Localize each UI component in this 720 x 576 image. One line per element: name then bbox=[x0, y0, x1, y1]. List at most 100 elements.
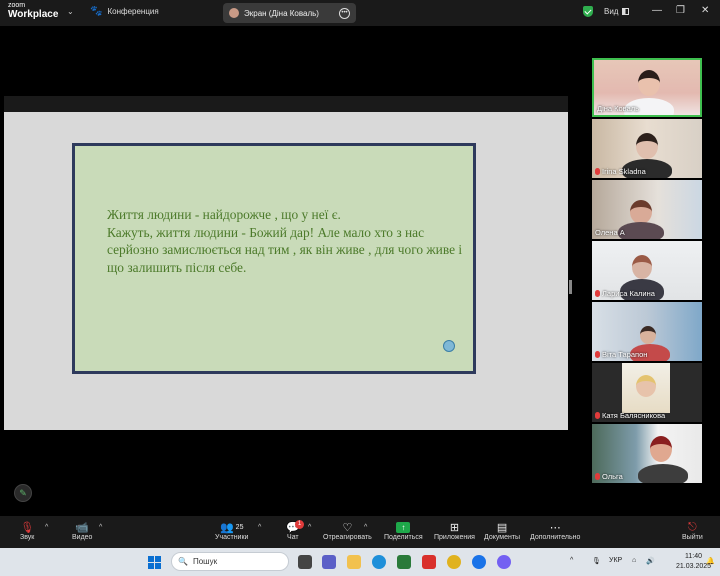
more-options-icon[interactable]: ••• bbox=[339, 7, 350, 19]
share-screen-icon: ↑ bbox=[396, 521, 411, 533]
participant-gallery: Діна Коваль Irina Skladna Олена А Лариса… bbox=[592, 58, 703, 485]
zoom-taskbar-icon[interactable] bbox=[472, 555, 486, 569]
more-label: Дополнительно bbox=[530, 534, 581, 541]
taskbar-search[interactable]: 🔍 Пошук bbox=[171, 552, 289, 571]
language-indicator[interactable]: УКР bbox=[609, 557, 622, 564]
participant-tile[interactable]: Діна Коваль bbox=[592, 58, 702, 117]
participant-tile[interactable]: Віта Тарапон bbox=[592, 302, 702, 361]
video-options-chevron-icon[interactable]: ^ bbox=[99, 524, 102, 531]
conference-button[interactable]: 🐾 Конференция bbox=[90, 6, 159, 17]
chat-unread-badge: 1 bbox=[295, 520, 304, 529]
camera-off-icon: 📹 bbox=[75, 521, 90, 534]
presenter-avatar bbox=[229, 8, 239, 18]
paw-icon: 🐾 bbox=[90, 6, 103, 17]
view-label: Вид bbox=[604, 7, 619, 16]
participants-count: 25 bbox=[235, 523, 244, 531]
participant-face bbox=[636, 375, 656, 397]
video-button[interactable]: 📹 Видео bbox=[72, 520, 92, 542]
volume-icon[interactable]: 🔊 bbox=[646, 557, 655, 565]
store-icon[interactable] bbox=[397, 555, 411, 569]
notification-bell-icon[interactable]: 🔔 bbox=[706, 557, 715, 565]
slide-text-box: Життя людини - найдорожче , що у неї є. … bbox=[72, 143, 476, 374]
slide-text-line2: Кажуть, життя людини - Божий дар! Але ма… bbox=[107, 224, 463, 275]
chrome-icon[interactable] bbox=[447, 555, 461, 569]
title-bar: zoom Workplace ⌄ 🐾 Конференция Экран (Ді… bbox=[0, 0, 720, 26]
logo-bottom-text: Workplace bbox=[8, 9, 59, 20]
participant-tile[interactable]: Лариса Калина bbox=[592, 241, 702, 300]
windows-start-icon[interactable] bbox=[148, 556, 161, 569]
heart-icon: ♡ bbox=[342, 521, 353, 534]
zoom-logo[interactable]: zoom Workplace bbox=[8, 2, 58, 20]
task-view-icon[interactable] bbox=[298, 555, 312, 569]
teams-icon[interactable] bbox=[322, 555, 336, 569]
participant-name: Катя Балясникова bbox=[595, 411, 665, 420]
participant-tile[interactable]: Катя Балясникова bbox=[592, 363, 702, 422]
audio-label: Звук bbox=[20, 534, 35, 541]
more-button[interactable]: ⋯ Дополнительно bbox=[530, 520, 581, 542]
participant-name: Ольга bbox=[595, 472, 623, 481]
edge-icon[interactable] bbox=[372, 555, 386, 569]
participants-options-chevron-icon[interactable]: ^ bbox=[258, 524, 261, 531]
leave-label: Выйти bbox=[682, 534, 703, 541]
close-button[interactable]: ✕ bbox=[701, 5, 709, 16]
split-resize-handle[interactable] bbox=[569, 280, 572, 294]
annotate-pencil-icon[interactable]: ✎ bbox=[14, 484, 32, 502]
participants-button[interactable]: 👥 25 Участники bbox=[215, 520, 248, 542]
react-label: Отреагировать bbox=[323, 534, 372, 541]
participant-video bbox=[650, 436, 672, 462]
mic-off-icon bbox=[595, 290, 600, 297]
screen-pill-label: Экран (Діна Коваль) bbox=[244, 8, 319, 18]
minimize-button[interactable]: — bbox=[652, 5, 662, 16]
app-icon-red[interactable] bbox=[422, 555, 436, 569]
apps-button[interactable]: ⊞ Приложения bbox=[434, 520, 475, 542]
share-screen-button[interactable]: ↑ Поделиться bbox=[384, 520, 423, 541]
participant-name: Діна Коваль bbox=[597, 104, 640, 113]
participants-icon: 👥 25 bbox=[219, 521, 244, 534]
pointer-indicator bbox=[443, 340, 455, 352]
participant-name: Irina Skladna bbox=[595, 167, 646, 176]
search-placeholder: Пошук bbox=[192, 557, 218, 566]
participant-video bbox=[630, 200, 652, 224]
audio-options-chevron-icon[interactable]: ^ bbox=[45, 524, 48, 531]
mic-off-icon bbox=[595, 168, 600, 175]
conference-label: Конференция bbox=[107, 7, 159, 16]
share-label: Поделиться bbox=[384, 534, 423, 541]
participant-tile[interactable]: Ольга bbox=[592, 424, 702, 483]
view-button[interactable]: Вид bbox=[604, 7, 630, 16]
mic-off-icon bbox=[595, 412, 600, 419]
react-options-chevron-icon[interactable]: ^ bbox=[364, 524, 367, 531]
chevron-down-icon[interactable]: ⌄ bbox=[67, 7, 74, 16]
apps-label: Приложения bbox=[434, 534, 475, 541]
participant-video bbox=[636, 133, 658, 159]
document-icon: ▤ bbox=[496, 521, 508, 534]
mic-muted-icon: 🎙 bbox=[20, 521, 35, 534]
tray-chevron-icon[interactable]: ^ bbox=[570, 557, 573, 564]
participant-name: Віта Тарапон bbox=[595, 350, 647, 359]
file-explorer-icon[interactable] bbox=[347, 555, 361, 569]
security-shield-icon[interactable] bbox=[583, 6, 593, 17]
docs-button[interactable]: ▤ Документы bbox=[484, 520, 520, 542]
leave-button[interactable]: ⎋ Выйти bbox=[682, 520, 703, 542]
participant-video bbox=[638, 70, 660, 96]
viber-icon[interactable] bbox=[497, 555, 511, 569]
mic-off-icon bbox=[595, 473, 600, 480]
leave-icon: ⎋ bbox=[688, 520, 697, 533]
participant-body bbox=[638, 464, 688, 483]
chat-options-chevron-icon[interactable]: ^ bbox=[308, 524, 311, 531]
chat-button[interactable]: 💬 1 Чат bbox=[286, 520, 304, 541]
more-dots-icon: ⋯ bbox=[549, 521, 561, 534]
share-icon-wrapper: ↑ bbox=[396, 520, 411, 534]
audio-button[interactable]: 🎙 Звук bbox=[20, 520, 35, 542]
participant-tile[interactable]: Irina Skladna bbox=[592, 119, 702, 178]
participant-name: Олена А bbox=[595, 228, 625, 237]
windows-taskbar: 🔍 Пошук ^ 🎙 УКР ⌂ 🔊 11:40 21.03.2025 🔔 bbox=[0, 548, 720, 576]
network-icon[interactable]: ⌂ bbox=[632, 557, 636, 564]
maximize-button[interactable]: ❐ bbox=[676, 5, 685, 16]
participant-video bbox=[632, 255, 652, 279]
microphone-tray-icon[interactable]: 🎙 bbox=[592, 557, 601, 565]
view-layout-icon bbox=[622, 8, 630, 15]
participant-tile[interactable]: Олена А bbox=[592, 180, 702, 239]
mic-off-icon bbox=[595, 351, 600, 358]
screen-share-pill[interactable]: Экран (Діна Коваль) ••• bbox=[223, 3, 356, 23]
participant-video bbox=[640, 326, 656, 344]
